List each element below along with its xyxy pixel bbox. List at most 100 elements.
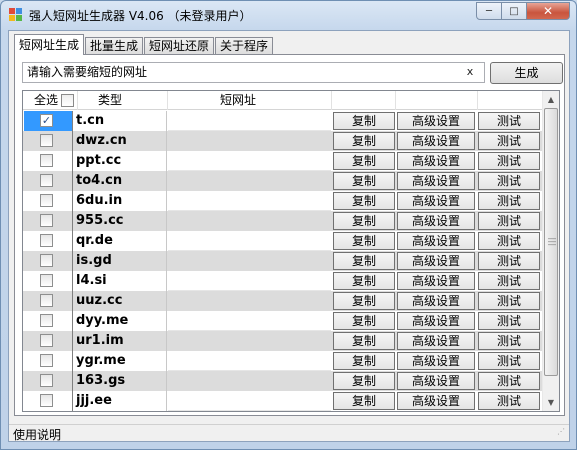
tab-restore[interactable]: 短网址还原 (144, 37, 215, 55)
row-checkbox-cell[interactable] (24, 171, 72, 191)
short-url-cell[interactable] (168, 251, 331, 271)
test-button[interactable]: 测试 (478, 192, 540, 210)
row-checkbox[interactable] (40, 294, 53, 307)
row-checkbox[interactable] (40, 154, 53, 167)
tab-batch[interactable]: 批量生成 (85, 37, 144, 55)
advanced-settings-button[interactable]: 高级设置 (397, 312, 475, 330)
test-button[interactable]: 测试 (478, 372, 540, 390)
advanced-settings-button[interactable]: 高级设置 (397, 212, 475, 230)
copy-button[interactable]: 复制 (333, 272, 395, 290)
advanced-settings-button[interactable]: 高级设置 (397, 232, 475, 250)
test-button[interactable]: 测试 (478, 172, 540, 190)
row-checkbox[interactable] (40, 334, 53, 347)
row-checkbox-cell[interactable]: ✓ (24, 111, 72, 131)
advanced-settings-button[interactable]: 高级设置 (397, 332, 475, 350)
short-url-cell[interactable] (168, 151, 331, 171)
row-checkbox[interactable] (40, 394, 53, 407)
close-button[interactable]: ✕ (527, 2, 570, 20)
copy-button[interactable]: 复制 (333, 252, 395, 270)
table-row[interactable]: jjj.ee 复制 高级设置 测试 (23, 391, 542, 411)
maximize-button[interactable]: □ (502, 2, 527, 20)
copy-button[interactable]: 复制 (333, 192, 395, 210)
table-row[interactable]: l4.si 复制 高级设置 测试 (23, 271, 542, 291)
table-row[interactable]: dwz.cn 复制 高级设置 测试 (23, 131, 542, 151)
row-checkbox[interactable] (40, 174, 53, 187)
row-checkbox-cell[interactable] (24, 391, 72, 411)
table-row[interactable]: is.gd 复制 高级设置 测试 (23, 251, 542, 271)
row-checkbox-cell[interactable] (24, 151, 72, 171)
row-checkbox[interactable] (40, 194, 53, 207)
select-all-checkbox[interactable] (61, 94, 74, 107)
advanced-settings-button[interactable]: 高级设置 (397, 392, 475, 410)
row-checkbox[interactable] (40, 374, 53, 387)
short-url-cell[interactable] (168, 311, 331, 331)
advanced-settings-button[interactable]: 高级设置 (397, 252, 475, 270)
table-row[interactable]: to4.cn 复制 高级设置 测试 (23, 171, 542, 191)
row-checkbox-cell[interactable] (24, 311, 72, 331)
test-button[interactable]: 测试 (478, 112, 540, 130)
short-url-cell[interactable] (168, 271, 331, 291)
table-row[interactable]: 163.gs 复制 高级设置 测试 (23, 371, 542, 391)
vertical-scrollbar[interactable]: ▲ ― ― ― ▼ (542, 91, 559, 411)
row-checkbox-cell[interactable] (24, 331, 72, 351)
copy-button[interactable]: 复制 (333, 132, 395, 150)
row-checkbox-cell[interactable] (24, 371, 72, 391)
short-url-cell[interactable] (168, 351, 331, 371)
table-row[interactable]: ppt.cc 复制 高级设置 测试 (23, 151, 542, 171)
advanced-settings-button[interactable]: 高级设置 (397, 292, 475, 310)
row-checkbox-cell[interactable] (24, 211, 72, 231)
row-checkbox-cell[interactable] (24, 251, 72, 271)
row-checkbox[interactable] (40, 274, 53, 287)
table-row[interactable]: 955.cc 复制 高级设置 测试 (23, 211, 542, 231)
tab-about[interactable]: 关于程序 (215, 37, 274, 55)
short-url-cell[interactable] (168, 291, 331, 311)
row-checkbox[interactable] (40, 134, 53, 147)
table-row[interactable]: ✓ t.cn 复制 高级设置 测试 (23, 111, 542, 131)
advanced-settings-button[interactable]: 高级设置 (397, 352, 475, 370)
table-row[interactable]: uuz.cc 复制 高级设置 测试 (23, 291, 542, 311)
test-button[interactable]: 测试 (478, 132, 540, 150)
row-checkbox[interactable] (40, 214, 53, 227)
row-checkbox[interactable] (40, 254, 53, 267)
short-url-cell[interactable] (168, 111, 331, 131)
advanced-settings-button[interactable]: 高级设置 (397, 112, 475, 130)
advanced-settings-button[interactable]: 高级设置 (397, 172, 475, 190)
test-button[interactable]: 测试 (478, 152, 540, 170)
advanced-settings-button[interactable]: 高级设置 (397, 372, 475, 390)
test-button[interactable]: 测试 (478, 312, 540, 330)
short-url-cell[interactable] (168, 331, 331, 351)
row-checkbox-cell[interactable] (24, 191, 72, 211)
short-url-cell[interactable] (168, 211, 331, 231)
row-checkbox-cell[interactable] (24, 291, 72, 311)
copy-button[interactable]: 复制 (333, 332, 395, 350)
test-button[interactable]: 测试 (478, 212, 540, 230)
table-row[interactable]: ur1.im 复制 高级设置 测试 (23, 331, 542, 351)
test-button[interactable]: 测试 (478, 352, 540, 370)
row-checkbox[interactable] (40, 354, 53, 367)
minimize-button[interactable]: ─ (476, 2, 502, 20)
row-checkbox-cell[interactable] (24, 351, 72, 371)
short-url-cell[interactable] (168, 371, 331, 391)
advanced-settings-button[interactable]: 高级设置 (397, 152, 475, 170)
test-button[interactable]: 测试 (478, 272, 540, 290)
row-checkbox[interactable] (40, 314, 53, 327)
status-help-link[interactable]: 使用说明 (13, 426, 61, 443)
copy-button[interactable]: 复制 (333, 172, 395, 190)
copy-button[interactable]: 复制 (333, 392, 395, 410)
short-url-cell[interactable] (168, 131, 331, 151)
tab-generate[interactable]: 短网址生成 (14, 34, 85, 55)
advanced-settings-button[interactable]: 高级设置 (397, 192, 475, 210)
row-checkbox-cell[interactable] (24, 231, 72, 251)
short-url-cell[interactable] (168, 391, 331, 411)
copy-button[interactable]: 复制 (333, 292, 395, 310)
copy-button[interactable]: 复制 (333, 232, 395, 250)
scroll-up-arrow-icon[interactable]: ▲ (543, 91, 559, 108)
resize-grip-icon[interactable]: ⋰ (557, 428, 567, 440)
title-bar[interactable]: 强人短网址生成器 V4.06 （未登录用户） ─ □ ✕ (1, 1, 576, 29)
copy-button[interactable]: 复制 (333, 352, 395, 370)
test-button[interactable]: 测试 (478, 332, 540, 350)
url-input[interactable]: 请输入需要缩短的网址 (22, 62, 485, 83)
row-checkbox[interactable] (40, 234, 53, 247)
short-url-cell[interactable] (168, 231, 331, 251)
row-checkbox-cell[interactable] (24, 131, 72, 151)
